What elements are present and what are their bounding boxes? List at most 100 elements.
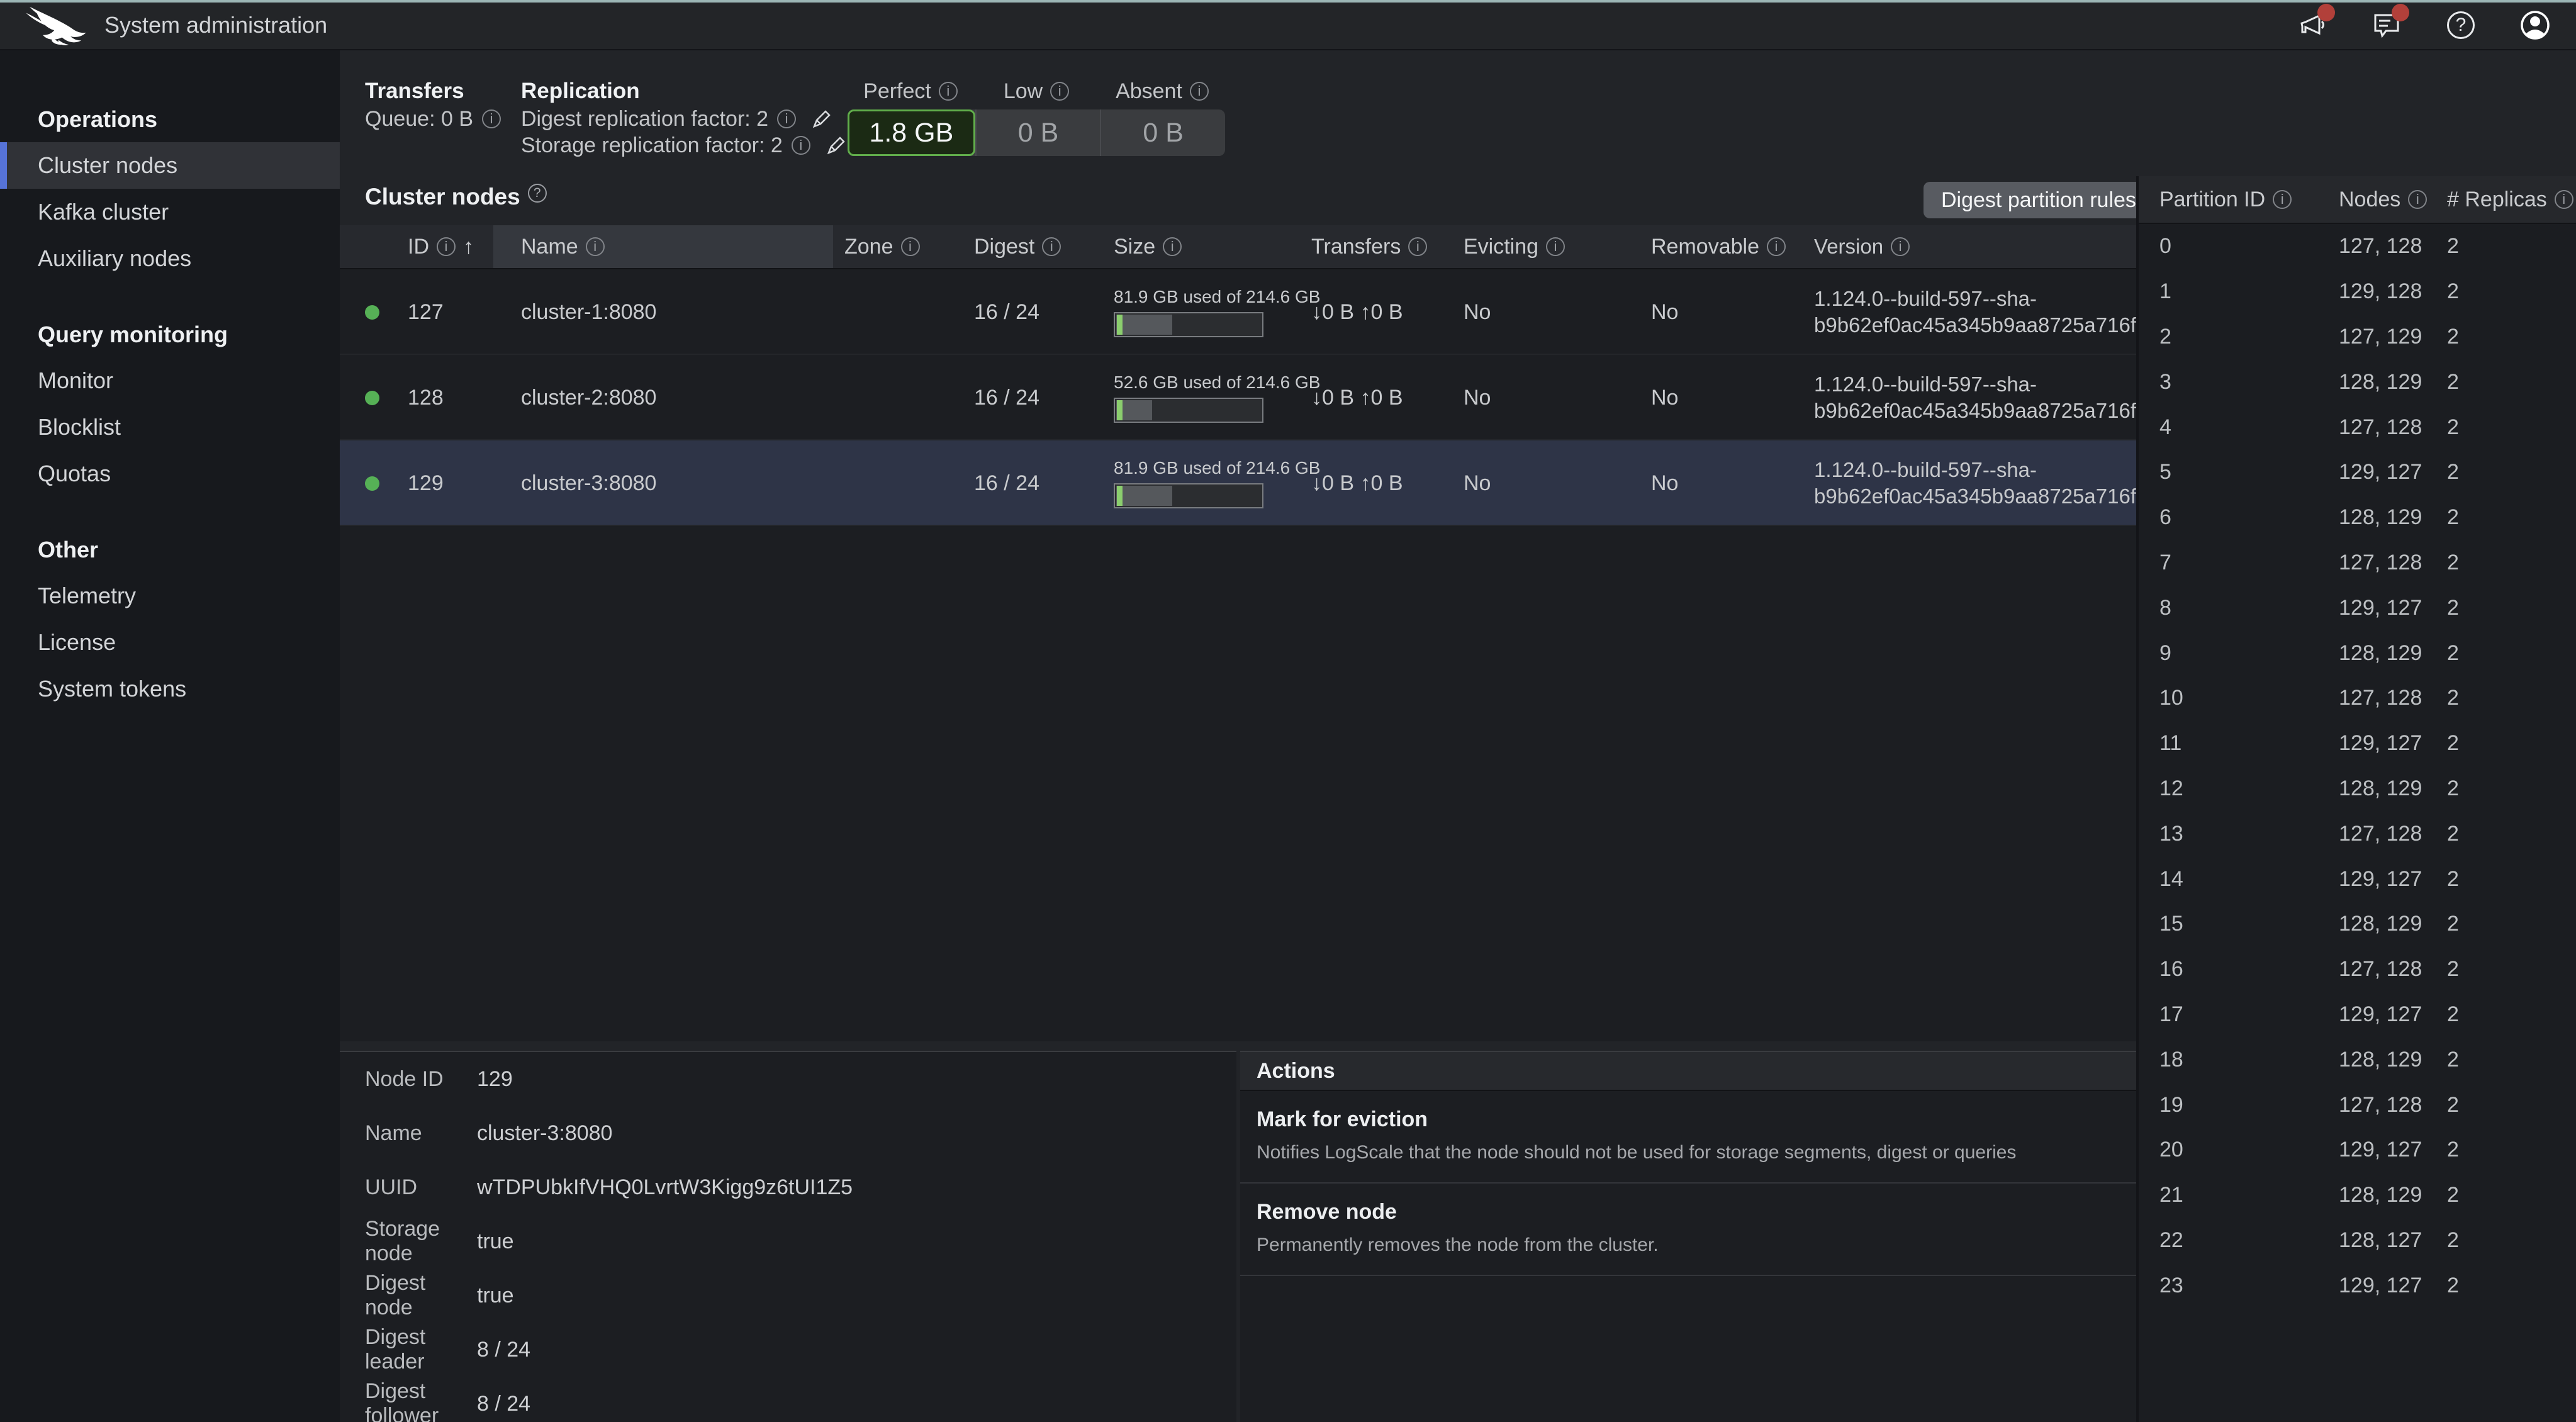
column-header-size[interactable]: Sizei	[1114, 225, 1182, 268]
sidebar-item-quotas[interactable]: Quotas	[0, 451, 340, 497]
sidebar-section-header-query-monitoring: Query monitoring	[0, 312, 340, 357]
sidebar-item-monitor[interactable]: Monitor	[0, 357, 340, 404]
perfect-value-box: 1.8 GB	[848, 109, 975, 156]
node-name-cell: cluster-2:8080	[521, 355, 656, 440]
partition-row-16: 16127, 1282	[2139, 947, 2576, 992]
node-version-cell: 1.124.0--build-597--sha-b9b62ef0ac45a345…	[1814, 355, 2132, 440]
node-evicting-cell: No	[1464, 355, 1491, 440]
action-remove-node[interactable]: Remove nodePermanently removes the node …	[1240, 1184, 2136, 1276]
info-icon[interactable]: i	[777, 109, 796, 128]
partition-nodes-cell: 127, 128	[2339, 405, 2422, 450]
column-header-zone[interactable]: Zonei	[844, 225, 920, 268]
info-icon[interactable]: i	[1042, 237, 1061, 256]
partition-nodes-cell: 127, 128	[2339, 811, 2422, 856]
info-icon[interactable]: i	[1546, 237, 1565, 256]
node-transfers-cell: ↓0 B ↑0 B	[1311, 440, 1403, 526]
partition-row-11: 11129, 1272	[2139, 721, 2576, 766]
partition-row-6: 6128, 1292	[2139, 495, 2576, 540]
info-icon[interactable]: i	[586, 237, 605, 256]
info-icon[interactable]: i	[437, 237, 456, 256]
column-header-nodes[interactable]: Nodesi	[2339, 176, 2427, 223]
sidebar-section-header-other: Other	[0, 527, 340, 573]
info-icon[interactable]: i	[2555, 190, 2573, 209]
column-header-replicas[interactable]: # Replicasi	[2447, 176, 2573, 223]
sidebar-item-blocklist[interactable]: Blocklist	[0, 404, 340, 451]
help-icon[interactable]: ?	[528, 184, 547, 203]
partition-nodes-cell: 129, 127	[2339, 992, 2422, 1038]
column-header-name[interactable]: Namei	[521, 225, 605, 268]
messages-icon[interactable]	[2371, 9, 2402, 41]
info-icon[interactable]: i	[792, 136, 810, 155]
replication-stat: Replication Digest replication factor: 2…	[521, 77, 847, 159]
announcements-icon[interactable]	[2297, 9, 2328, 41]
info-icon[interactable]: i	[1163, 237, 1182, 256]
info-icon[interactable]: i	[1891, 237, 1910, 256]
partition-replicas-cell: 2	[2447, 1263, 2459, 1308]
crowdstrike-falcon-logo[interactable]	[18, 3, 96, 48]
column-header-removable[interactable]: Removablei	[1651, 225, 1786, 268]
column-header-digest[interactable]: Digesti	[974, 225, 1061, 268]
partition-replicas-cell: 2	[2447, 630, 2459, 676]
help-icon[interactable]: ?	[2445, 9, 2477, 41]
column-header-evicting[interactable]: Evictingi	[1464, 225, 1565, 268]
info-icon[interactable]: i	[1767, 237, 1786, 256]
partition-id-cell: 22	[2159, 1218, 2183, 1263]
action-mark-for-eviction[interactable]: Mark for evictionNotifies LogScale that …	[1240, 1091, 2136, 1184]
cluster-node-row-128[interactable]: 128cluster-2:808016 / 2452.6 GB used of …	[340, 355, 2136, 440]
info-icon[interactable]: i	[939, 82, 958, 101]
digest-partition-rules-button[interactable]: Digest partition rules	[1924, 182, 2154, 218]
partition-replicas-cell: 2	[2447, 495, 2459, 540]
node-digest-cell: 16 / 24	[974, 440, 1039, 526]
sidebar-item-kafka-cluster[interactable]: Kafka cluster	[0, 189, 340, 235]
detail-row-name: Namecluster-3:8080	[340, 1106, 1236, 1160]
partition-replicas-cell: 2	[2447, 811, 2459, 856]
node-detail-panel: Node ID129Namecluster-3:8080UUIDwTDPUbkI…	[340, 1051, 1236, 1422]
edit-pencil-icon[interactable]	[826, 135, 847, 156]
partition-replicas-cell: 2	[2447, 1218, 2459, 1263]
node-removable-cell: No	[1651, 269, 1678, 355]
cluster-node-row-129[interactable]: 129cluster-3:808016 / 2481.9 GB used of …	[340, 440, 2136, 526]
sidebar-item-license[interactable]: License	[0, 619, 340, 666]
info-icon[interactable]: i	[901, 237, 920, 256]
node-removable-cell: No	[1651, 355, 1678, 440]
sidebar-item-telemetry[interactable]: Telemetry	[0, 573, 340, 619]
node-id-cell: 127	[408, 269, 444, 355]
cluster-table-rows: 127cluster-1:808016 / 2481.9 GB used of …	[340, 269, 2136, 526]
cluster-table-header: IDi↑ Namei Zonei Digesti Sizei Transfers…	[340, 225, 2136, 269]
sidebar-item-auxiliary-nodes[interactable]: Auxiliary nodes	[0, 235, 340, 282]
sidebar-item-system-tokens[interactable]: System tokens	[0, 666, 340, 712]
partition-row-14: 14129, 1272	[2139, 856, 2576, 902]
node-size-cell: 81.9 GB used of 214.6 GB	[1114, 440, 1320, 526]
partition-id-cell: 18	[2159, 1037, 2183, 1082]
partition-replicas-cell: 2	[2447, 721, 2459, 766]
partition-nodes-cell: 127, 128	[2339, 1082, 2422, 1128]
partitions-table-header: Partition IDi Nodesi # Replicasi	[2139, 176, 2576, 224]
replication-health-segments: Perfecti Lowi Absenti 1.8 GB 0 B 0 B	[848, 77, 1225, 156]
partition-nodes-cell: 127, 129	[2339, 315, 2422, 360]
partition-nodes-cell: 127, 128	[2339, 224, 2422, 269]
column-header-version[interactable]: Versioni	[1814, 225, 2132, 268]
column-header-id[interactable]: IDi↑	[408, 225, 474, 268]
info-icon[interactable]: i	[1050, 82, 1069, 101]
account-avatar-icon[interactable]	[2519, 9, 2551, 41]
info-icon[interactable]: i	[2408, 190, 2427, 209]
detail-value: true	[477, 1229, 514, 1254]
info-icon[interactable]: i	[1408, 237, 1427, 256]
info-icon[interactable]: i	[1190, 82, 1209, 101]
partition-replicas-cell: 2	[2447, 540, 2459, 586]
partition-replicas-cell: 2	[2447, 766, 2459, 812]
partition-replicas-cell: 2	[2447, 269, 2459, 315]
partition-replicas-cell: 2	[2447, 992, 2459, 1038]
edit-pencil-icon[interactable]	[811, 108, 832, 130]
info-icon[interactable]: i	[2273, 190, 2292, 209]
storage-replication-factor: Storage replication factor: 2	[521, 133, 783, 158]
column-header-partition-id[interactable]: Partition IDi	[2159, 176, 2292, 223]
sidebar-item-cluster-nodes[interactable]: Cluster nodes	[0, 142, 340, 189]
node-version-cell: 1.124.0--build-597--sha-b9b62ef0ac45a345…	[1814, 269, 2132, 355]
info-icon[interactable]: i	[482, 109, 501, 128]
partition-id-cell: 9	[2159, 630, 2171, 676]
partition-id-cell: 3	[2159, 359, 2171, 405]
column-header-transfers[interactable]: Transfersi	[1311, 225, 1427, 268]
cluster-node-row-127[interactable]: 127cluster-1:808016 / 2481.9 GB used of …	[340, 269, 2136, 355]
partition-nodes-cell: 129, 127	[2339, 585, 2422, 630]
